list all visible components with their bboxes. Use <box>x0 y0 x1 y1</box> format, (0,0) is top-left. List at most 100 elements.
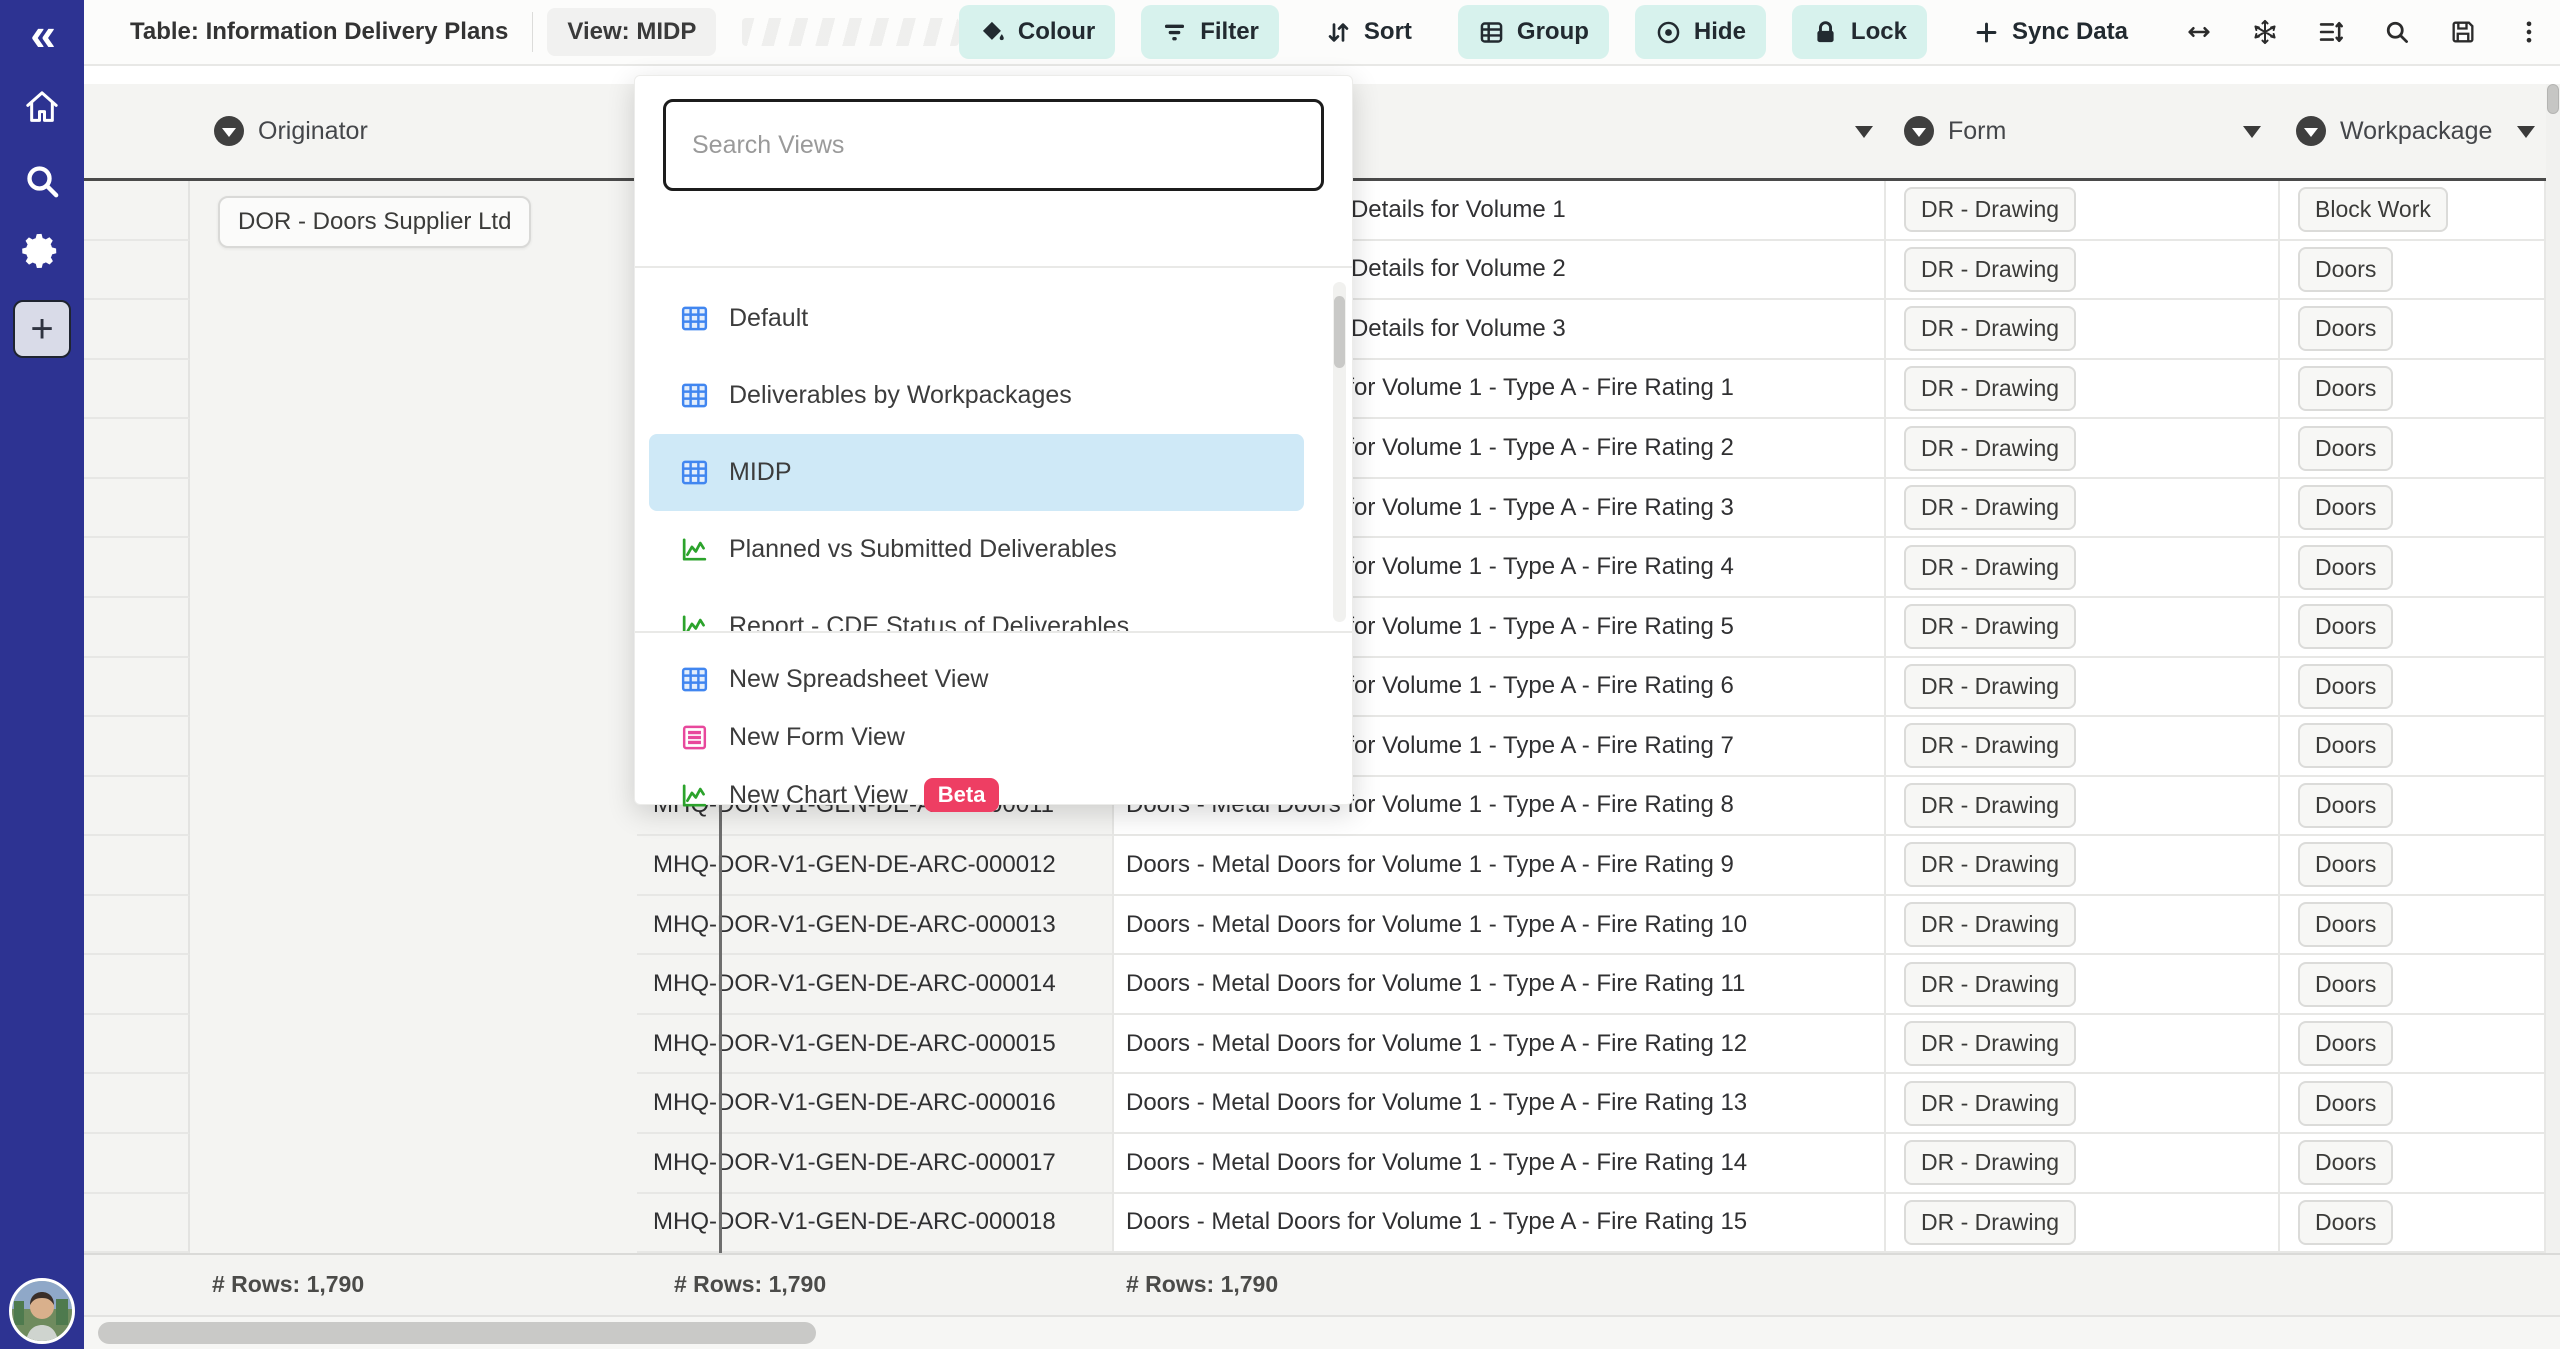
description-cell[interactable]: Doors - Metal Doors for Volume 1 - Type … <box>1114 1194 1886 1254</box>
description-cell[interactable]: Doors - Metal Doors for Volume 1 - Type … <box>1114 1074 1886 1134</box>
row-number-cell[interactable] <box>84 479 190 539</box>
workpackage-cell[interactable]: Doors <box>2280 896 2546 956</box>
originator-cell[interactable] <box>190 1074 637 1134</box>
sort-button[interactable]: Sort <box>1305 5 1432 59</box>
workpackage-cell[interactable]: Doors <box>2280 955 2546 1015</box>
sync-data-button[interactable]: Sync Data <box>1953 5 2148 59</box>
search-icon[interactable] <box>0 161 84 201</box>
form-cell[interactable]: DR - Drawing <box>1886 658 2280 718</box>
form-cell[interactable]: DR - Drawing <box>1886 360 2280 420</box>
workpackage-cell[interactable]: Doors <box>2280 658 2546 718</box>
row-number-cell[interactable] <box>84 538 190 598</box>
form-cell[interactable]: DR - Drawing <box>1886 300 2280 360</box>
row-number-cell[interactable] <box>84 717 190 777</box>
workpackage-cell[interactable]: Doors <box>2280 419 2546 479</box>
form-cell[interactable]: DR - Drawing <box>1886 1194 2280 1254</box>
row-number-cell[interactable] <box>84 419 190 479</box>
hide-button[interactable]: Hide <box>1635 5 1766 59</box>
originator-cell[interactable] <box>190 896 637 956</box>
workpackage-cell[interactable]: Doors <box>2280 836 2546 896</box>
new-spreadsheet-view-menu-item[interactable]: New Spreadsheet View <box>649 650 1338 708</box>
new-chart-view-menu-item[interactable]: New Chart ViewBeta <box>649 766 1338 824</box>
workpackage-cell[interactable]: Doors <box>2280 241 2546 301</box>
workpackage-cell[interactable]: Doors <box>2280 538 2546 598</box>
save-icon[interactable] <box>2448 17 2478 47</box>
originator-cell[interactable] <box>190 598 637 658</box>
user-avatar[interactable] <box>9 1278 75 1344</box>
originator-cell[interactable] <box>190 419 637 479</box>
description-cell[interactable]: Doors - Metal Doors for Volume 1 - Type … <box>1114 1134 1886 1194</box>
row-number-cell[interactable] <box>84 955 190 1015</box>
description-cell[interactable]: Doors - Metal Doors for Volume 1 - Type … <box>1114 955 1886 1015</box>
search-views-input[interactable] <box>663 99 1324 191</box>
form-cell[interactable]: DR - Drawing <box>1886 1134 2280 1194</box>
form-cell[interactable]: DR - Drawing <box>1886 1015 2280 1075</box>
workpackage-cell[interactable]: Doors <box>2280 300 2546 360</box>
row-number-cell[interactable] <box>84 181 190 241</box>
originator-cell[interactable] <box>190 1134 637 1194</box>
view-list-scrollbar-thumb[interactable] <box>1334 296 1345 368</box>
view-item-report-cde-status-of-deliverables[interactable]: Report - CDE Status of Deliverables <box>649 588 1304 633</box>
id-cell[interactable]: MHQ-DOR-V1-GEN-DE-ARC-000017 <box>637 1134 1114 1194</box>
originator-cell[interactable] <box>190 300 637 360</box>
kebab-menu-icon[interactable] <box>2514 17 2544 47</box>
new-form-view-menu-item[interactable]: New Form View <box>649 708 1338 766</box>
horizontal-scrollbar-thumb[interactable] <box>98 1322 816 1344</box>
form-cell[interactable]: DR - Drawing <box>1886 598 2280 658</box>
originator-cell[interactable] <box>190 479 637 539</box>
id-cell[interactable]: MHQ-DOR-V1-GEN-DE-ARC-000013 <box>637 896 1114 956</box>
workpackage-cell[interactable]: Doors <box>2280 717 2546 777</box>
view-item-default[interactable]: Default <box>649 280 1304 357</box>
row-number-cell[interactable] <box>84 658 190 718</box>
form-cell[interactable]: DR - Drawing <box>1886 538 2280 598</box>
id-cell[interactable]: MHQ-DOR-V1-GEN-DE-ARC-000012 <box>637 836 1114 896</box>
originator-cell[interactable] <box>190 538 637 598</box>
group-button[interactable]: Group <box>1458 5 1609 59</box>
column-header-form[interactable]: Form <box>1886 84 2280 178</box>
view-selector-button[interactable]: View: MIDP <box>547 8 716 56</box>
workpackage-cell[interactable]: Doors <box>2280 598 2546 658</box>
row-number-cell[interactable] <box>84 896 190 956</box>
id-cell[interactable]: MHQ-DOR-V1-GEN-DE-ARC-000018 <box>637 1194 1114 1254</box>
form-cell[interactable]: DR - Drawing <box>1886 241 2280 301</box>
lock-button[interactable]: Lock <box>1792 5 1927 59</box>
row-number-cell[interactable] <box>84 836 190 896</box>
description-cell[interactable]: Doors - Metal Doors for Volume 1 - Type … <box>1114 896 1886 956</box>
workpackage-cell[interactable]: Doors <box>2280 1015 2546 1075</box>
description-cell[interactable]: Doors - Metal Doors for Volume 1 - Type … <box>1114 836 1886 896</box>
row-number-cell[interactable] <box>84 360 190 420</box>
workpackage-cell[interactable]: Doors <box>2280 479 2546 539</box>
column-header-originator[interactable]: Originator <box>190 84 637 178</box>
workpackage-cell[interactable]: Doors <box>2280 1194 2546 1254</box>
form-cell[interactable]: DR - Drawing <box>1886 955 2280 1015</box>
id-cell[interactable]: MHQ-DOR-V1-GEN-DE-ARC-000014 <box>637 955 1114 1015</box>
column-header-workpackage[interactable]: Workpackage <box>2280 84 2546 178</box>
row-height-icon[interactable] <box>2316 17 2346 47</box>
view-item-deliverables-by-workpackages[interactable]: Deliverables by Workpackages <box>649 357 1304 434</box>
originator-cell[interactable] <box>190 955 637 1015</box>
workpackage-cell[interactable]: Doors <box>2280 360 2546 420</box>
workpackage-cell[interactable]: Doors <box>2280 1134 2546 1194</box>
collapse-chevrons-icon[interactable]: « <box>0 8 84 60</box>
originator-cell[interactable] <box>190 777 637 837</box>
row-number-cell[interactable] <box>84 1134 190 1194</box>
row-number-cell[interactable] <box>84 241 190 301</box>
originator-cell[interactable] <box>190 717 637 777</box>
colour-button[interactable]: Colour <box>959 5 1115 59</box>
form-cell[interactable]: DR - Drawing <box>1886 717 2280 777</box>
form-cell[interactable]: DR - Drawing <box>1886 419 2280 479</box>
originator-cell[interactable] <box>190 241 637 301</box>
filter-button[interactable]: Filter <box>1141 5 1279 59</box>
row-number-cell[interactable] <box>84 1074 190 1134</box>
workpackage-cell[interactable]: Block Work <box>2280 181 2546 241</box>
id-cell[interactable]: MHQ-DOR-V1-GEN-DE-ARC-000015 <box>637 1015 1114 1075</box>
id-cell[interactable]: MHQ-DOR-V1-GEN-DE-ARC-000016 <box>637 1074 1114 1134</box>
row-number-cell[interactable] <box>84 777 190 837</box>
originator-cell[interactable] <box>190 836 637 896</box>
description-cell[interactable]: Doors - Metal Doors for Volume 1 - Type … <box>1114 1015 1886 1075</box>
arrows-horizontal-icon[interactable] <box>2184 17 2214 47</box>
add-plus-icon[interactable]: + <box>13 300 71 358</box>
originator-cell[interactable] <box>190 1015 637 1075</box>
view-item-midp[interactable]: MIDP <box>649 434 1304 511</box>
originator-cell[interactable] <box>190 658 637 718</box>
